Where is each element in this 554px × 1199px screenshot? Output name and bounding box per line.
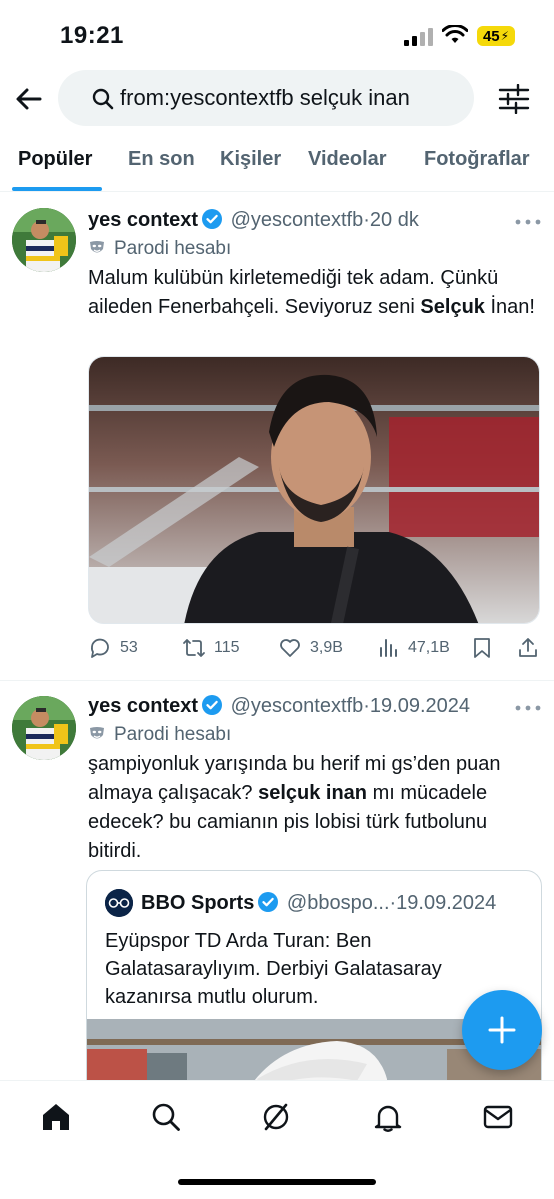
more-options-icon[interactable]: [514, 218, 542, 226]
plus-icon: [488, 1016, 516, 1044]
views-button[interactable]: 47,1B: [376, 636, 450, 660]
back-arrow-icon[interactable]: [14, 84, 44, 114]
author-name[interactable]: yes context: [88, 695, 198, 717]
tweet-actions: 53 115 3,9B 47,1B: [88, 636, 542, 664]
more-options-icon[interactable]: [514, 704, 542, 712]
parody-label: Parodi hesabı: [88, 238, 231, 260]
bookmark-button[interactable]: [470, 636, 494, 660]
bottom-navigation: [0, 1080, 554, 1199]
search-icon: [92, 88, 114, 110]
quoted-time: 19.09.2024: [396, 892, 497, 914]
notifications-bell-icon[interactable]: [372, 1101, 404, 1133]
tweet-text-part: İnan!: [484, 296, 535, 318]
reply-button[interactable]: 53: [88, 636, 138, 660]
retweet-count: 115: [214, 639, 240, 656]
search-header: from:yescontextfb selçuk inan: [0, 68, 554, 128]
parody-mask-icon: [90, 241, 104, 253]
tab-videolar[interactable]: Videolar: [308, 148, 387, 171]
verified-badge-icon: [202, 695, 223, 715]
bbo-logo-icon: [105, 889, 133, 917]
author-handle[interactable]: @yescontextfb: [231, 209, 364, 231]
search-input[interactable]: from:yescontextfb selçuk inan: [58, 70, 474, 126]
avatar[interactable]: [12, 696, 76, 760]
separator-dot: ·: [363, 209, 370, 231]
avatar-image: [12, 696, 76, 760]
photo-image: [89, 357, 539, 623]
tab-kisiler[interactable]: Kişiler: [220, 148, 281, 171]
messages-envelope-icon[interactable]: [482, 1101, 514, 1133]
like-button[interactable]: 3,9B: [278, 636, 343, 660]
parody-text: Parodi hesabı: [114, 238, 232, 259]
tab-fotograflar[interactable]: Fotoğraflar: [424, 148, 530, 171]
tweet-time[interactable]: 20 dk: [370, 209, 419, 231]
active-tab-indicator: [12, 187, 102, 191]
search-icon[interactable]: [150, 1101, 182, 1133]
tweet-text: şampiyonluk yarışında bu herif mi gs’den…: [88, 750, 538, 866]
verified-badge-icon: [258, 892, 279, 912]
tweet-text-highlight: selçuk inan: [258, 782, 368, 804]
views-chart-icon: [380, 639, 397, 657]
tweet-header: yes context @yescontextfb·19.09.2024: [88, 694, 470, 718]
tweet-photo[interactable]: [88, 356, 540, 624]
tweet-divider: [0, 680, 554, 681]
separator-dot: ·: [363, 695, 370, 717]
quoted-author-handle: @bbospo...: [286, 892, 390, 914]
tab-populer[interactable]: Popüler: [18, 148, 92, 171]
tab-en-son[interactable]: En son: [128, 148, 195, 171]
battery-level: 45: [482, 27, 500, 45]
grok-icon[interactable]: [260, 1101, 292, 1133]
home-icon[interactable]: [40, 1101, 72, 1133]
status-bar: 19:21 45 ⚡: [0, 0, 554, 70]
retweet-icon: [183, 639, 205, 657]
status-time: 19:21: [60, 22, 124, 49]
home-indicator-bar: [178, 1179, 376, 1185]
quoted-text: Eyüpspor TD Arda Turan: Ben Galatasarayl…: [105, 930, 442, 1008]
tweet-header: yes context @yescontextfb·20 dk: [88, 208, 419, 232]
heart-icon: [280, 639, 300, 657]
avatar[interactable]: [12, 208, 76, 272]
author-handle[interactable]: @yescontextfb: [231, 695, 364, 717]
parody-label: Parodi hesabı: [88, 724, 231, 746]
quoted-avatar: [105, 889, 133, 917]
share-button[interactable]: [516, 636, 540, 660]
views-count: 47,1B: [408, 639, 450, 656]
search-query[interactable]: from:yescontextfb selçuk inan: [120, 85, 410, 111]
avatar-image: [12, 208, 76, 272]
tweet-time[interactable]: 19.09.2024: [370, 695, 470, 717]
tweet-text-highlight: Selçuk: [420, 296, 485, 318]
search-tabs: Popüler En son Kişiler Videolar Fotoğraf…: [0, 136, 554, 192]
like-count: 3,9B: [310, 639, 343, 656]
bookmark-icon: [474, 638, 490, 658]
quoted-header: BBO Sports @bbospo...·19.09.2024: [141, 891, 496, 915]
tweet-text: Malum kulübün kirletemediği tek adam. Çü…: [88, 264, 538, 322]
parody-mask-icon: [90, 727, 104, 739]
wifi-icon: [442, 25, 468, 43]
quoted-author-name[interactable]: BBO Sports: [141, 892, 254, 914]
verified-badge-icon: [202, 209, 223, 229]
parody-text: Parodi hesabı: [114, 724, 232, 745]
reply-count: 53: [120, 639, 138, 656]
tweet[interactable]: yes context @yescontextfb·20 dk Parodi h…: [0, 194, 554, 680]
battery-icon: 45 ⚡: [477, 26, 515, 46]
author-name[interactable]: yes context: [88, 209, 198, 231]
compose-post-button[interactable]: [462, 990, 542, 1070]
signal-icon: [404, 28, 433, 46]
retweet-button[interactable]: 115: [182, 636, 240, 660]
filter-sliders-icon[interactable]: [498, 84, 530, 114]
quoted-tweet[interactable]: BBO Sports @bbospo...·19.09.2024 Eyüpspo…: [86, 870, 542, 1100]
share-icon: [519, 638, 537, 657]
reply-icon: [91, 638, 109, 658]
